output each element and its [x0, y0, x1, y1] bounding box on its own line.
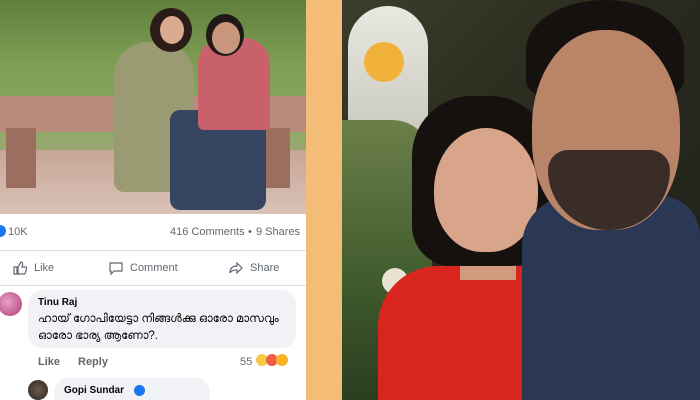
statue-face [364, 42, 404, 82]
post-photo[interactable] [0, 0, 306, 214]
commenter-avatar[interactable] [0, 292, 22, 316]
reply-author-avatar[interactable] [28, 380, 48, 400]
comment-author[interactable]: Tinu Raj [38, 297, 77, 308]
comment-text: ഹായ് ഗോപിയേട്ടാ നിങ്ങൾക്കു ഓരോ മാസവും ഓര… [38, 313, 279, 342]
divider [0, 250, 306, 251]
comment-bubble-icon [109, 262, 123, 276]
thumbs-up-icon [13, 261, 28, 275]
comment-bubble: Tinu Raj ഹായ് ഗോപിയേട്ടാ നിങ്ങൾക്കു ഓരോ … [28, 290, 296, 348]
haha-emoji-icon [276, 354, 288, 366]
post-stats: 10K 416 Comments • 9 Shares [0, 220, 306, 244]
man-face [212, 22, 240, 54]
stats-separator: • [248, 226, 252, 238]
decor-statue [348, 6, 428, 138]
verified-badge-icon [134, 385, 145, 396]
collage-divider [306, 0, 342, 400]
share-button[interactable]: Share [228, 259, 279, 277]
woman-face [160, 16, 184, 44]
divider [0, 285, 306, 286]
comment-reaction-count[interactable]: 55 [240, 356, 252, 368]
reactions-count[interactable]: 10K [8, 226, 28, 238]
like-reaction-icon [0, 225, 6, 237]
reply-author[interactable]: Gopi Sundar [64, 385, 124, 396]
comment-like-link[interactable]: Like [38, 356, 60, 368]
shares-count[interactable]: 9 Shares [256, 226, 300, 238]
like-button[interactable]: Like [12, 259, 54, 277]
share-label: Share [250, 262, 280, 274]
comments-count[interactable]: 416 Comments [170, 226, 245, 238]
share-arrow-icon [229, 261, 243, 275]
like-label: Like [34, 262, 55, 274]
selfie-photo [342, 0, 700, 400]
comment-reply-link[interactable]: Reply [78, 356, 108, 368]
comment-button[interactable]: Comment [108, 259, 178, 277]
post-actions: Like Comment Share [0, 254, 306, 282]
facebook-post-panel: 10K 416 Comments • 9 Shares Like Comment… [0, 0, 306, 400]
reply-bubble: Gopi Sundar [54, 378, 210, 400]
comment-label: Comment [130, 262, 178, 274]
bench-leg [6, 128, 36, 188]
